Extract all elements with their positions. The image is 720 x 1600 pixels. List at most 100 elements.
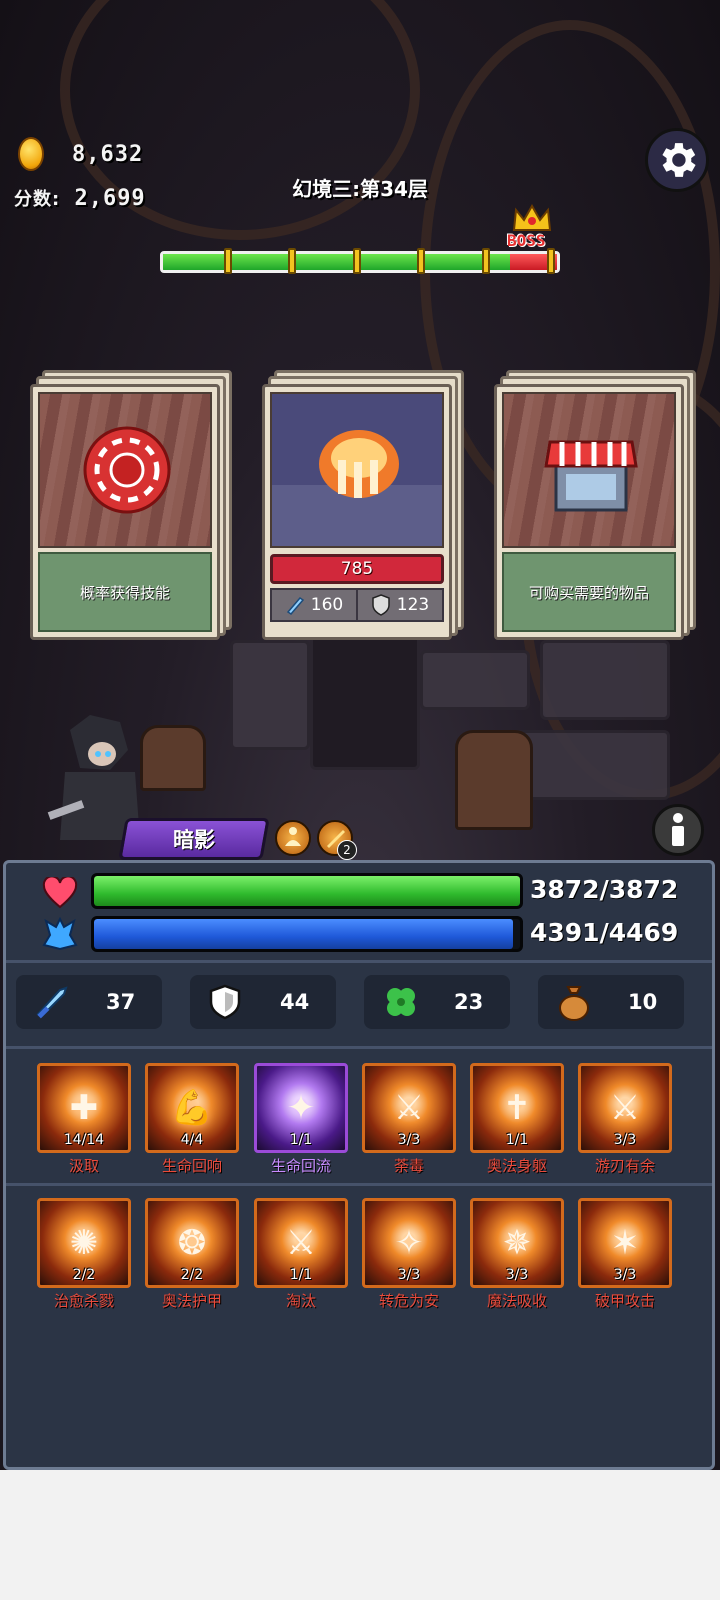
stat-gold-bag-value: 10	[628, 990, 658, 1014]
divider	[6, 1046, 712, 1049]
skill-slot[interactable]: ❂ 2/2 奥法护甲	[145, 1198, 239, 1310]
skill-slot[interactable]: ⚔ 3/3 荼毒	[362, 1063, 456, 1175]
enemy-defense: 123	[356, 590, 442, 620]
skill-slot[interactable]: ✝ 1/1 奥法身躯	[470, 1063, 564, 1175]
skill-glyph: ✦	[286, 1088, 316, 1128]
skill-icon: ⚔ 1/1	[254, 1198, 348, 1288]
card-face: 概率获得技能	[30, 384, 220, 640]
skill-glyph: ⚔	[285, 1223, 317, 1263]
stone-wall-decoration	[420, 650, 530, 710]
skill-icon: ✚ 14/14	[37, 1063, 131, 1153]
skill-slot[interactable]: ✶ 3/3 破甲攻击	[578, 1198, 672, 1310]
stone-wall-decoration	[540, 640, 670, 720]
stat-gold-bag: 10	[538, 975, 684, 1029]
stat-attack-value: 37	[106, 990, 136, 1014]
skill-icon: ❂ 2/2	[145, 1198, 239, 1288]
buff-meditate[interactable]	[275, 820, 311, 856]
skill-level: 1/1	[289, 1267, 313, 1283]
skill-slot[interactable]: ⚔ 1/1 淘汰	[254, 1198, 348, 1310]
buff-weapon[interactable]: 2	[317, 820, 357, 860]
stat-luck: 23	[364, 975, 510, 1029]
mp-bar	[91, 916, 523, 952]
skill-level: 3/3	[613, 1132, 637, 1148]
sword-icon	[36, 986, 68, 1019]
enemy-attack-value: 160	[310, 595, 344, 615]
stat-defense: 44	[190, 975, 336, 1029]
boss-label: BOSS	[507, 231, 546, 250]
hp-bar	[91, 873, 523, 909]
meditate-icon	[285, 827, 301, 846]
card-description: 可购买需要的物品	[502, 552, 676, 632]
treasure-chest	[455, 730, 533, 830]
heart-icon	[42, 877, 78, 909]
progress-marker	[481, 248, 490, 274]
card-enemy[interactable]: 785 160 123	[262, 370, 464, 640]
info-button[interactable]	[652, 804, 704, 856]
skill-glyph: ✧	[394, 1223, 424, 1263]
card-art	[502, 392, 676, 548]
skill-slot[interactable]: 💪 4/4 生命回响	[145, 1063, 239, 1175]
mp-value: 4391/4469	[530, 918, 679, 947]
card-description: 概率获得技能	[38, 552, 212, 632]
sword-icon	[286, 597, 304, 615]
skill-level: 1/1	[505, 1132, 529, 1148]
enemy-stats: 160 123	[270, 588, 444, 622]
hero-name-tag: 暗影	[118, 818, 270, 860]
skill-glyph: ✝	[502, 1088, 532, 1128]
skill-name: 生命回流	[270, 1157, 331, 1175]
shop-icon	[544, 440, 638, 512]
skill-icon: ⚔ 3/3	[362, 1063, 456, 1153]
coin-icon	[18, 137, 44, 171]
skill-level: 3/3	[505, 1267, 529, 1283]
skill-glyph: ✵	[502, 1223, 532, 1263]
skill-name: 转危为安	[378, 1292, 439, 1310]
divider	[6, 1183, 712, 1186]
fire-monster-icon	[319, 430, 399, 498]
info-icon	[672, 813, 684, 846]
skill-slot[interactable]: ✚ 14/14 汲取	[37, 1063, 131, 1175]
skill-slot[interactable]: ✺ 2/2 治愈杀戮	[37, 1198, 131, 1310]
skill-name: 汲取	[68, 1157, 99, 1175]
level-title: 幻境三:第34层	[292, 177, 428, 201]
skill-level: 3/3	[397, 1267, 421, 1283]
buff-count: 2	[337, 840, 357, 860]
skill-glyph: ⚔	[393, 1088, 425, 1128]
skill-name: 治愈杀戮	[53, 1292, 114, 1310]
skill-icon: ✶ 3/3	[578, 1198, 672, 1288]
skill-slot[interactable]: ⚔ 3/3 游刃有余	[578, 1063, 672, 1175]
shield-icon	[209, 984, 241, 1020]
skill-glyph: ✶	[610, 1223, 640, 1263]
stat-defense-value: 44	[280, 990, 310, 1014]
enemy-hp-bar: 785	[270, 554, 444, 584]
divider	[6, 960, 712, 963]
coin-count: 8,632	[72, 142, 144, 167]
hp-value: 3872/3872	[530, 875, 679, 904]
card-skill-chance[interactable]: 概率获得技能	[30, 370, 232, 640]
skill-glyph: ❂	[177, 1223, 207, 1263]
skill-slot[interactable]: ✵ 3/3 魔法吸收	[470, 1198, 564, 1310]
skill-slot[interactable]: ✧ 3/3 转危为安	[362, 1198, 456, 1310]
skill-icon: ✺ 2/2	[37, 1198, 131, 1288]
card-art	[270, 392, 444, 548]
card-art	[38, 392, 212, 548]
stone-wall-decoration	[230, 640, 310, 750]
stat-luck-value: 23	[454, 990, 484, 1014]
skill-icon: ⚔ 3/3	[578, 1063, 672, 1153]
system-nav-area	[0, 1470, 720, 1600]
stat-attack: 37	[16, 975, 162, 1029]
mana-icon	[42, 917, 78, 951]
card-shop[interactable]: 可购买需要的物品	[494, 370, 696, 640]
skill-slot[interactable]: ✦ 1/1 生命回流	[254, 1063, 348, 1175]
skill-name: 魔法吸收	[486, 1292, 547, 1310]
skill-name: 荼毒	[393, 1157, 424, 1175]
skill-name: 奥法护甲	[161, 1292, 222, 1310]
skill-name: 奥法身躯	[486, 1157, 547, 1175]
progress-marker	[223, 248, 232, 274]
mp-bar-fill	[94, 919, 513, 949]
skill-icon: ✝ 1/1	[470, 1063, 564, 1153]
shield-icon	[372, 594, 390, 616]
skill-level: 14/14	[63, 1132, 105, 1148]
poker-chip-icon	[83, 426, 171, 514]
card-face: 可购买需要的物品	[494, 384, 684, 640]
money-bag-icon	[559, 986, 589, 1021]
